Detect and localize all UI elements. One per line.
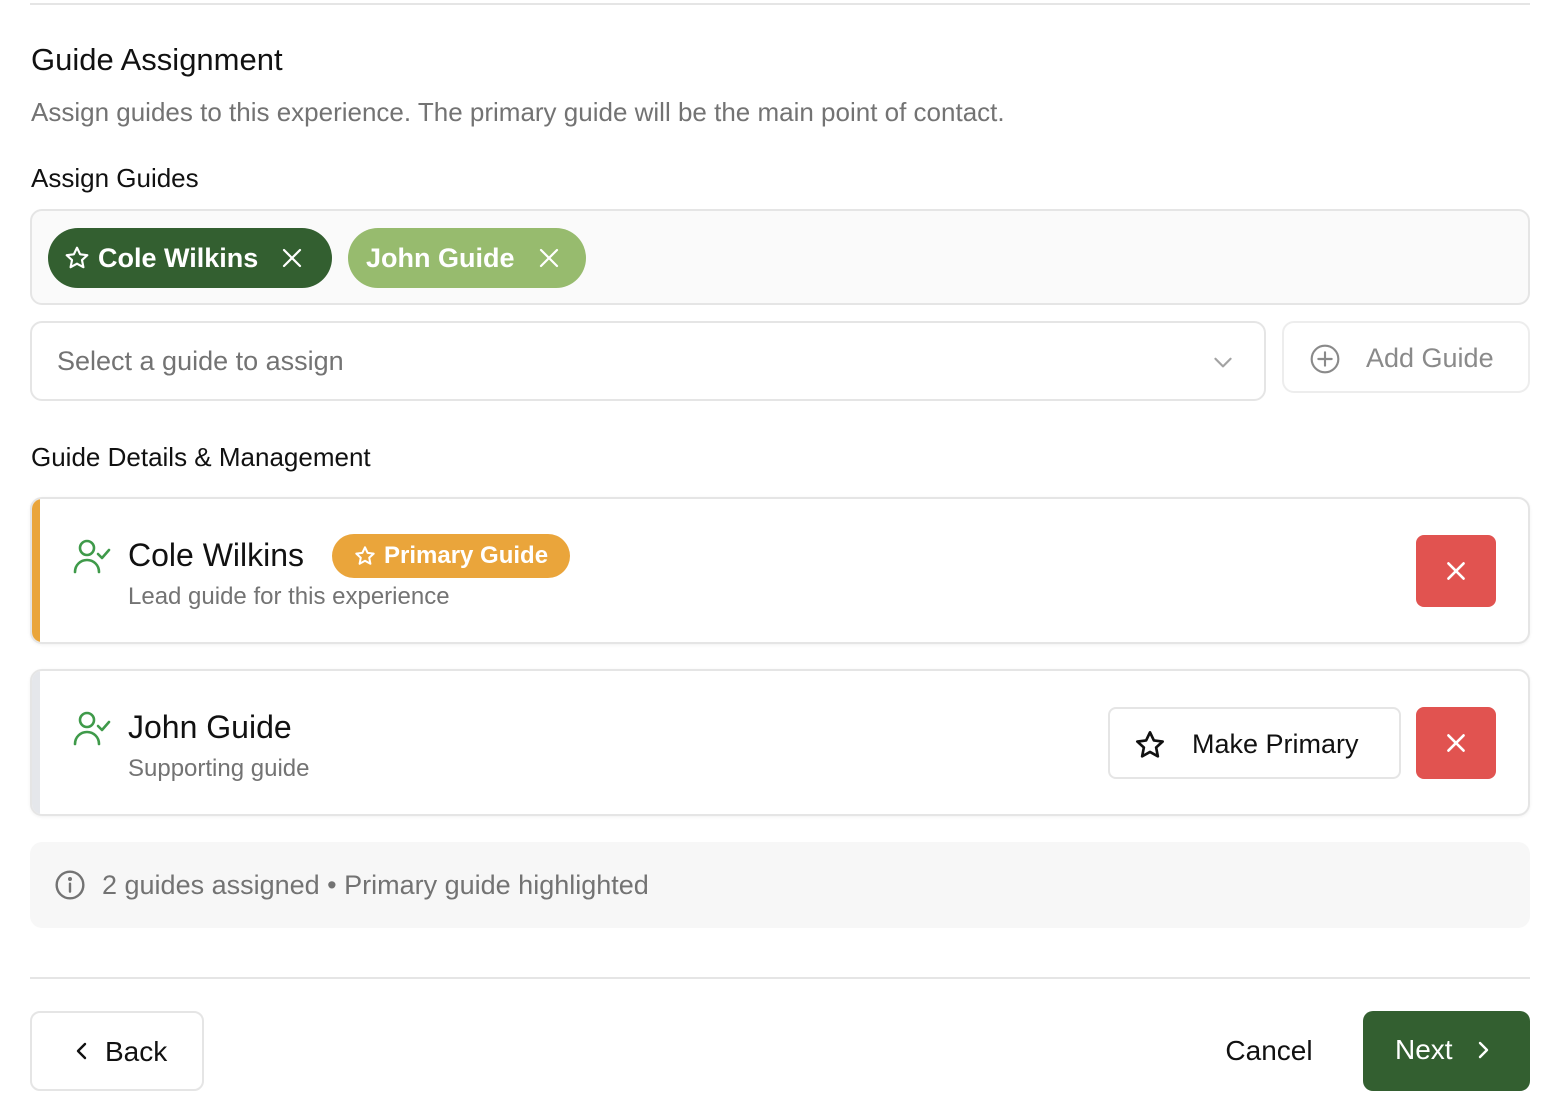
chevron-right-icon xyxy=(1471,1038,1495,1062)
chip-label: John Guide xyxy=(366,242,515,273)
assigned-guides-box: Cole Wilkins John Guide xyxy=(30,209,1530,305)
primary-guide-badge: Primary Guide xyxy=(332,534,571,578)
info-icon xyxy=(54,869,86,901)
chip-label: Cole Wilkins xyxy=(98,242,259,273)
badge-label: Primary Guide xyxy=(384,542,549,569)
make-primary-button[interactable]: Make Primary xyxy=(1108,707,1401,779)
user-check-icon xyxy=(72,709,112,747)
guide-name: John Guide xyxy=(128,709,292,745)
cancel-button[interactable]: Cancel xyxy=(1196,1011,1342,1091)
primary-accent-bar xyxy=(32,499,40,642)
section-title: Guide Assignment xyxy=(31,42,283,77)
top-divider xyxy=(30,3,1530,5)
star-icon xyxy=(1134,729,1166,761)
chevron-down-icon xyxy=(1210,349,1236,375)
plus-circle-icon xyxy=(1309,343,1341,375)
guide-subtitle: Lead guide for this experience xyxy=(128,583,450,610)
remove-guide-button[interactable] xyxy=(1416,707,1496,779)
footer-divider xyxy=(30,977,1530,979)
next-label: Next xyxy=(1395,1034,1453,1065)
next-button[interactable]: Next xyxy=(1363,1011,1530,1091)
add-guide-button[interactable]: Add Guide xyxy=(1282,321,1530,393)
guide-name: Cole Wilkins xyxy=(128,537,305,573)
close-icon xyxy=(1443,558,1469,584)
select-placeholder: Select a guide to assign xyxy=(57,345,344,376)
card-accent-bar xyxy=(32,671,40,814)
guide-card-cole-wilkins: Cole Wilkins Primary Guide Lead guide fo… xyxy=(30,497,1530,644)
guide-subtitle: Supporting guide xyxy=(128,755,310,782)
assign-guides-label: Assign Guides xyxy=(31,163,199,193)
back-button[interactable]: Back xyxy=(30,1011,204,1091)
guide-details-label: Guide Details & Management xyxy=(31,442,371,472)
back-label: Back xyxy=(105,1036,168,1067)
close-icon xyxy=(1443,730,1469,756)
add-guide-label: Add Guide xyxy=(1366,343,1494,373)
close-icon[interactable] xyxy=(537,246,561,270)
guide-card-john-guide: John Guide Supporting guide Make Primary xyxy=(30,669,1530,816)
summary-text: 2 guides assigned • Primary guide highli… xyxy=(102,870,649,900)
guide-select[interactable]: Select a guide to assign xyxy=(30,321,1266,401)
star-icon xyxy=(64,245,90,271)
close-icon[interactable] xyxy=(280,246,304,270)
chip-john-guide[interactable]: John Guide xyxy=(348,228,586,288)
chip-cole-wilkins[interactable]: Cole Wilkins xyxy=(48,228,332,288)
make-primary-label: Make Primary xyxy=(1192,729,1359,759)
chevron-left-icon xyxy=(70,1039,94,1063)
section-description: Assign guides to this experience. The pr… xyxy=(31,97,1005,127)
assignment-summary: 2 guides assigned • Primary guide highli… xyxy=(30,842,1530,928)
user-check-icon xyxy=(72,537,112,575)
remove-guide-button[interactable] xyxy=(1416,535,1496,607)
star-icon xyxy=(354,545,376,567)
